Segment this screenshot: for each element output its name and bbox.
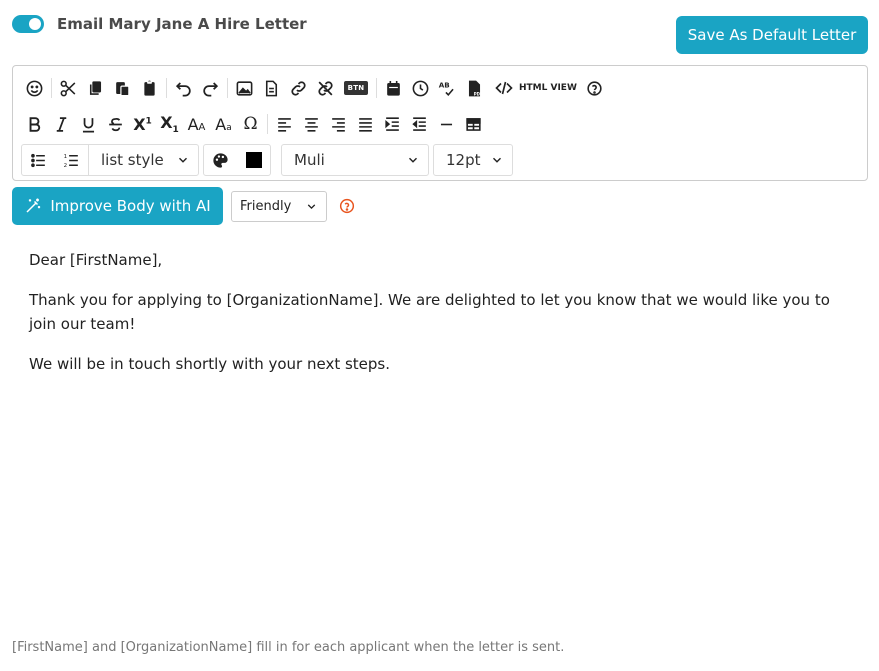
font-size-value: 12pt xyxy=(446,151,481,169)
font-family-select[interactable]: Muli xyxy=(281,144,429,176)
toggle-knob xyxy=(29,18,41,30)
save-as-default-button[interactable]: Save As Default Letter xyxy=(676,16,868,54)
chevron-down-icon xyxy=(179,157,187,163)
spellcheck-icon[interactable]: AB xyxy=(434,74,461,102)
align-left-icon[interactable] xyxy=(271,110,298,138)
chevron-down-icon xyxy=(493,157,501,163)
insert-button-icon[interactable]: BTN xyxy=(339,74,373,102)
paste-text-icon[interactable] xyxy=(136,74,163,102)
placeholder-footnote: [FirstName] and [OrganizationName] fill … xyxy=(12,640,565,655)
subscript-icon[interactable]: X1 xyxy=(156,110,183,138)
ai-help-icon[interactable] xyxy=(339,198,355,214)
chevron-down-icon xyxy=(307,203,316,209)
emoji-icon[interactable] xyxy=(21,74,48,102)
svg-text:PDF: PDF xyxy=(474,91,483,96)
copy-icon[interactable] xyxy=(82,74,109,102)
svg-text:1: 1 xyxy=(64,154,68,160)
body-paragraph: We will be in touch shortly with your ne… xyxy=(29,355,391,373)
toolbar-row-2: X1 X1 AA Aa Ω xyxy=(21,109,859,139)
cut-icon[interactable] xyxy=(55,74,82,102)
numbered-list-icon[interactable]: 12 xyxy=(55,146,88,174)
html-view-toggle[interactable]: HTML VIEW xyxy=(494,79,577,97)
italic-icon[interactable] xyxy=(48,110,75,138)
font-family-value: Muli xyxy=(294,151,325,169)
svg-text:AB: AB xyxy=(439,80,450,89)
html-view-label: HTML VIEW xyxy=(519,83,577,93)
clock-icon[interactable] xyxy=(407,74,434,102)
code-icon xyxy=(495,81,513,95)
toolbar-row-3: 12 list style Muli 12pt xyxy=(21,144,859,176)
outdent-icon[interactable] xyxy=(406,110,433,138)
text-color-swatch xyxy=(245,152,262,168)
tone-select[interactable]: Friendly xyxy=(231,190,327,222)
toolbar-divider xyxy=(51,78,52,98)
font-size-down-icon[interactable]: Aa xyxy=(210,110,237,138)
undo-icon[interactable] xyxy=(170,74,197,102)
palette-icon[interactable] xyxy=(204,146,237,174)
letter-header: Email Mary Jane A Hire Letter Save As De… xyxy=(12,0,868,60)
letter-body[interactable]: Dear [FirstName], Thank you for applying… xyxy=(29,248,859,392)
color-group xyxy=(203,144,271,176)
redo-icon[interactable] xyxy=(197,74,224,102)
omega-icon[interactable]: Ω xyxy=(237,110,264,138)
link-icon[interactable] xyxy=(285,74,312,102)
horizontal-rule-icon[interactable] xyxy=(433,110,460,138)
improve-body-ai-label: Improve Body with AI xyxy=(50,197,211,215)
btn-chip-label: BTN xyxy=(343,81,369,95)
font-size-select[interactable]: 12pt xyxy=(433,144,513,176)
bold-icon[interactable] xyxy=(21,110,48,138)
align-center-icon[interactable] xyxy=(298,110,325,138)
list-style-select[interactable]: list style xyxy=(88,144,198,176)
magic-wand-icon xyxy=(26,198,41,213)
toolbar-divider xyxy=(166,78,167,98)
document-icon[interactable] xyxy=(258,74,285,102)
paste-icon[interactable] xyxy=(109,74,136,102)
underline-icon[interactable] xyxy=(75,110,102,138)
justify-icon[interactable] xyxy=(352,110,379,138)
calendar-icon[interactable] xyxy=(380,74,407,102)
toolbar-divider xyxy=(267,114,268,134)
superscript-icon[interactable]: X1 xyxy=(129,110,156,138)
strikethrough-icon[interactable] xyxy=(102,110,129,138)
align-right-icon[interactable] xyxy=(325,110,352,138)
toolbar-row-1: BTN AB PDF HTML VIEW xyxy=(21,73,859,103)
toolbar-divider xyxy=(376,78,377,98)
toolbar-divider xyxy=(227,78,228,98)
rich-text-editor: BTN AB PDF HTML VIEW X1 X1 AA Aa Ω 1 2 l… xyxy=(12,65,868,181)
text-color-button[interactable] xyxy=(237,146,270,174)
tone-value: Friendly xyxy=(240,198,292,214)
help-icon[interactable] xyxy=(581,74,608,102)
body-paragraph: Dear [FirstName], xyxy=(29,251,163,269)
pdf-icon[interactable]: PDF xyxy=(461,74,488,102)
svg-text:2: 2 xyxy=(64,162,68,168)
unlink-icon[interactable] xyxy=(312,74,339,102)
font-size-up-icon[interactable]: AA xyxy=(183,110,210,138)
bullet-list-icon[interactable] xyxy=(22,146,55,174)
improve-body-ai-button[interactable]: Improve Body with AI xyxy=(12,187,223,225)
send-email-toggle[interactable] xyxy=(12,15,44,33)
ai-controls: Improve Body with AI Friendly xyxy=(12,187,355,225)
list-style-label: list style xyxy=(101,151,164,169)
chevron-down-icon xyxy=(409,157,417,163)
letter-title: Email Mary Jane A Hire Letter xyxy=(57,15,307,33)
table-icon[interactable] xyxy=(460,110,487,138)
body-paragraph: Thank you for applying to [OrganizationN… xyxy=(29,291,830,333)
list-group: 12 list style xyxy=(21,144,199,176)
indent-icon[interactable] xyxy=(379,110,406,138)
image-icon[interactable] xyxy=(231,74,258,102)
